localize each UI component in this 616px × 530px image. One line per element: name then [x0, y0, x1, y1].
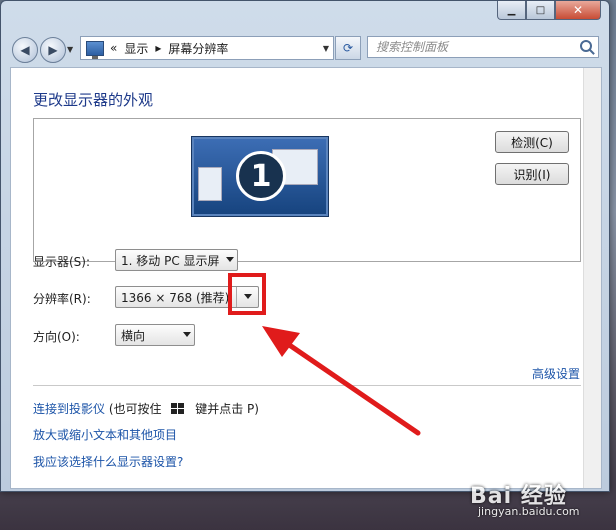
control-panel-icon — [86, 40, 104, 59]
back-arrow-icon: ◀ — [20, 43, 30, 57]
mini-window-icon — [198, 167, 222, 201]
projector-line: 连接到投影仪 (也可按住 键并点击 P) — [33, 400, 259, 417]
breadcrumb-separator-icon[interactable]: ▸ — [155, 41, 161, 55]
content-pane: 更改显示器的外观 1 检测(C) 识别(I) 显示器(S): 1. 移动 PC … — [10, 67, 602, 489]
address-bar[interactable]: « 显示 ▸ 屏幕分辨率 ▼ — [80, 36, 334, 60]
forward-button[interactable]: ▶ — [40, 37, 66, 63]
recent-pages-chevron-icon[interactable]: ▼ — [67, 45, 73, 54]
chevron-down-icon — [183, 332, 191, 337]
identify-button[interactable]: 识别(I) — [495, 163, 569, 185]
breadcrumb-screen-resolution[interactable]: 屏幕分辨率 — [168, 40, 228, 57]
minimize-button[interactable]: ▁ — [497, 1, 526, 20]
breadcrumb-display[interactable]: 显示 — [124, 40, 148, 57]
search-box[interactable] — [367, 36, 599, 58]
display-select-value: 1. 移动 PC 显示屏 — [121, 253, 220, 268]
caption-buttons: ▁ □ ✕ — [497, 1, 601, 20]
text-size-link[interactable]: 放大或缩小文本和其他项目 — [33, 426, 177, 443]
control-panel-window: ▁ □ ✕ ◀ ▶ ▼ « 显示 ▸ 屏幕分辨率 ▼ ⟳ 更改显示器的外观 1 … — [0, 0, 610, 492]
display-label: 显示器(S): — [33, 255, 91, 269]
breadcrumb-overflow[interactable]: « — [110, 41, 117, 55]
refresh-icon: ⟳ — [342, 41, 354, 55]
orientation-select[interactable]: 横向 — [115, 324, 195, 346]
display-preview-area: 1 检测(C) 识别(I) — [33, 118, 581, 262]
annotation-highlight-box — [228, 273, 266, 315]
monitor-1-icon[interactable]: 1 — [192, 137, 328, 216]
monitor-number-badge: 1 — [236, 151, 286, 201]
projector-hint-text-2: 键并点击 P) — [195, 402, 259, 416]
display-select[interactable]: 1. 移动 PC 显示屏 — [115, 249, 238, 271]
watermark-url: jingyan.baidu.com — [478, 505, 580, 518]
refresh-button[interactable]: ⟳ — [335, 36, 361, 60]
close-button[interactable]: ✕ — [555, 1, 601, 20]
orientation-label: 方向(O): — [33, 330, 80, 344]
forward-arrow-icon: ▶ — [48, 43, 58, 57]
search-icon[interactable] — [580, 40, 592, 52]
resolution-select-value: 1366 × 768 (推荐) — [121, 290, 230, 305]
which-settings-link[interactable]: 我应该选择什么显示器设置? — [33, 453, 183, 470]
projector-hint-text: (也可按住 — [108, 402, 162, 416]
search-input[interactable] — [368, 39, 568, 55]
chevron-down-icon — [226, 257, 234, 262]
orientation-select-value: 横向 — [121, 328, 146, 343]
advanced-settings-link[interactable]: 高级设置 — [532, 365, 580, 382]
resolution-label: 分辨率(R): — [33, 292, 91, 306]
maximize-button[interactable]: □ — [526, 1, 555, 20]
windows-logo-icon — [171, 403, 185, 415]
detect-button[interactable]: 检测(C) — [495, 131, 569, 153]
divider — [33, 385, 581, 386]
page-title: 更改显示器的外观 — [33, 91, 154, 109]
connect-projector-link[interactable]: 连接到投影仪 — [33, 402, 105, 416]
address-dropdown-icon[interactable]: ▼ — [323, 44, 329, 53]
vertical-scrollbar[interactable] — [583, 68, 601, 488]
back-button[interactable]: ◀ — [12, 37, 38, 63]
